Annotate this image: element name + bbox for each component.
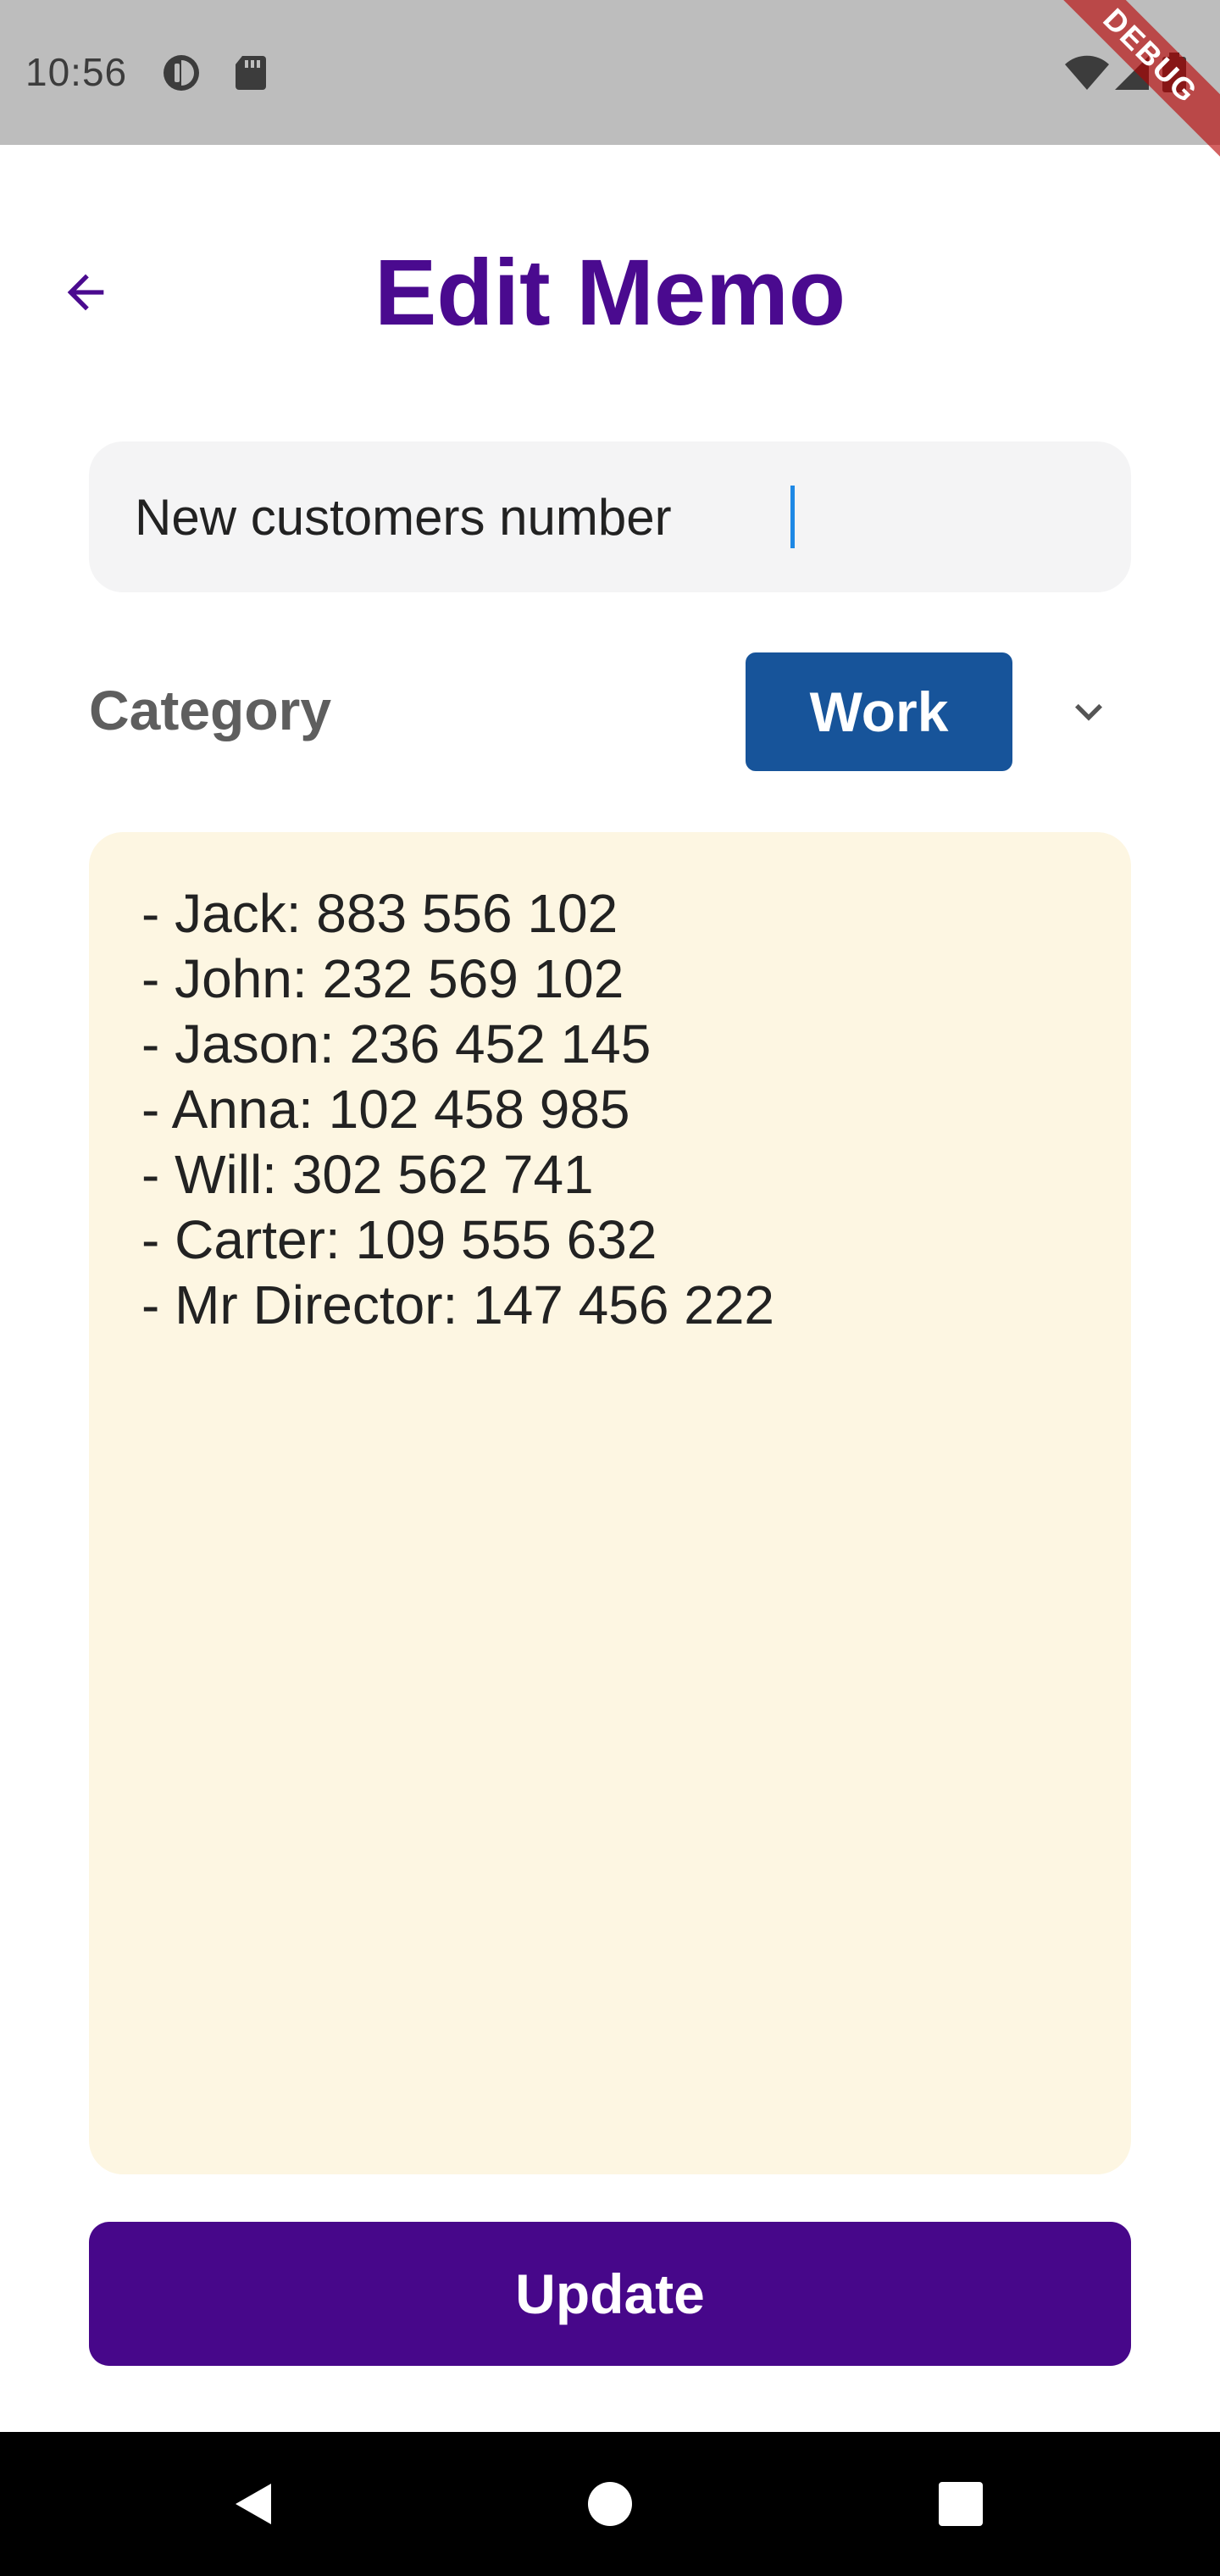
data-saver-icon [164,55,199,91]
category-label: Category [89,679,332,741]
system-nav-bar [0,2432,1220,2576]
sd-card-icon [236,56,266,90]
update-button[interactable]: Update [89,2222,1131,2366]
category-dropdown-button[interactable] [1055,678,1123,746]
nav-recents-button[interactable] [927,2470,995,2538]
edit-memo-screen: 10:56 DEBUG Edit Memo New customers numb… [0,0,1220,2576]
category-chip[interactable]: Work [746,652,1012,771]
status-time: 10:56 [25,50,128,94]
wifi-icon [1065,55,1109,90]
memo-title-field[interactable] [89,441,1131,592]
nav-home-button[interactable] [576,2470,644,2538]
triangle-back-icon [236,2484,271,2524]
page-title: Edit Memo [374,241,846,345]
text-cursor [790,486,795,548]
nav-back-button[interactable] [220,2470,288,2538]
square-recents-icon [939,2482,983,2526]
memo-content-input[interactable] [141,881,1079,2125]
memo-content-area[interactable] [89,832,1131,2174]
memo-title-input[interactable] [135,487,1067,547]
circle-home-icon [588,2482,632,2526]
chevron-down-icon [1075,703,1102,721]
status-bar: 10:56 DEBUG [0,0,1220,174]
